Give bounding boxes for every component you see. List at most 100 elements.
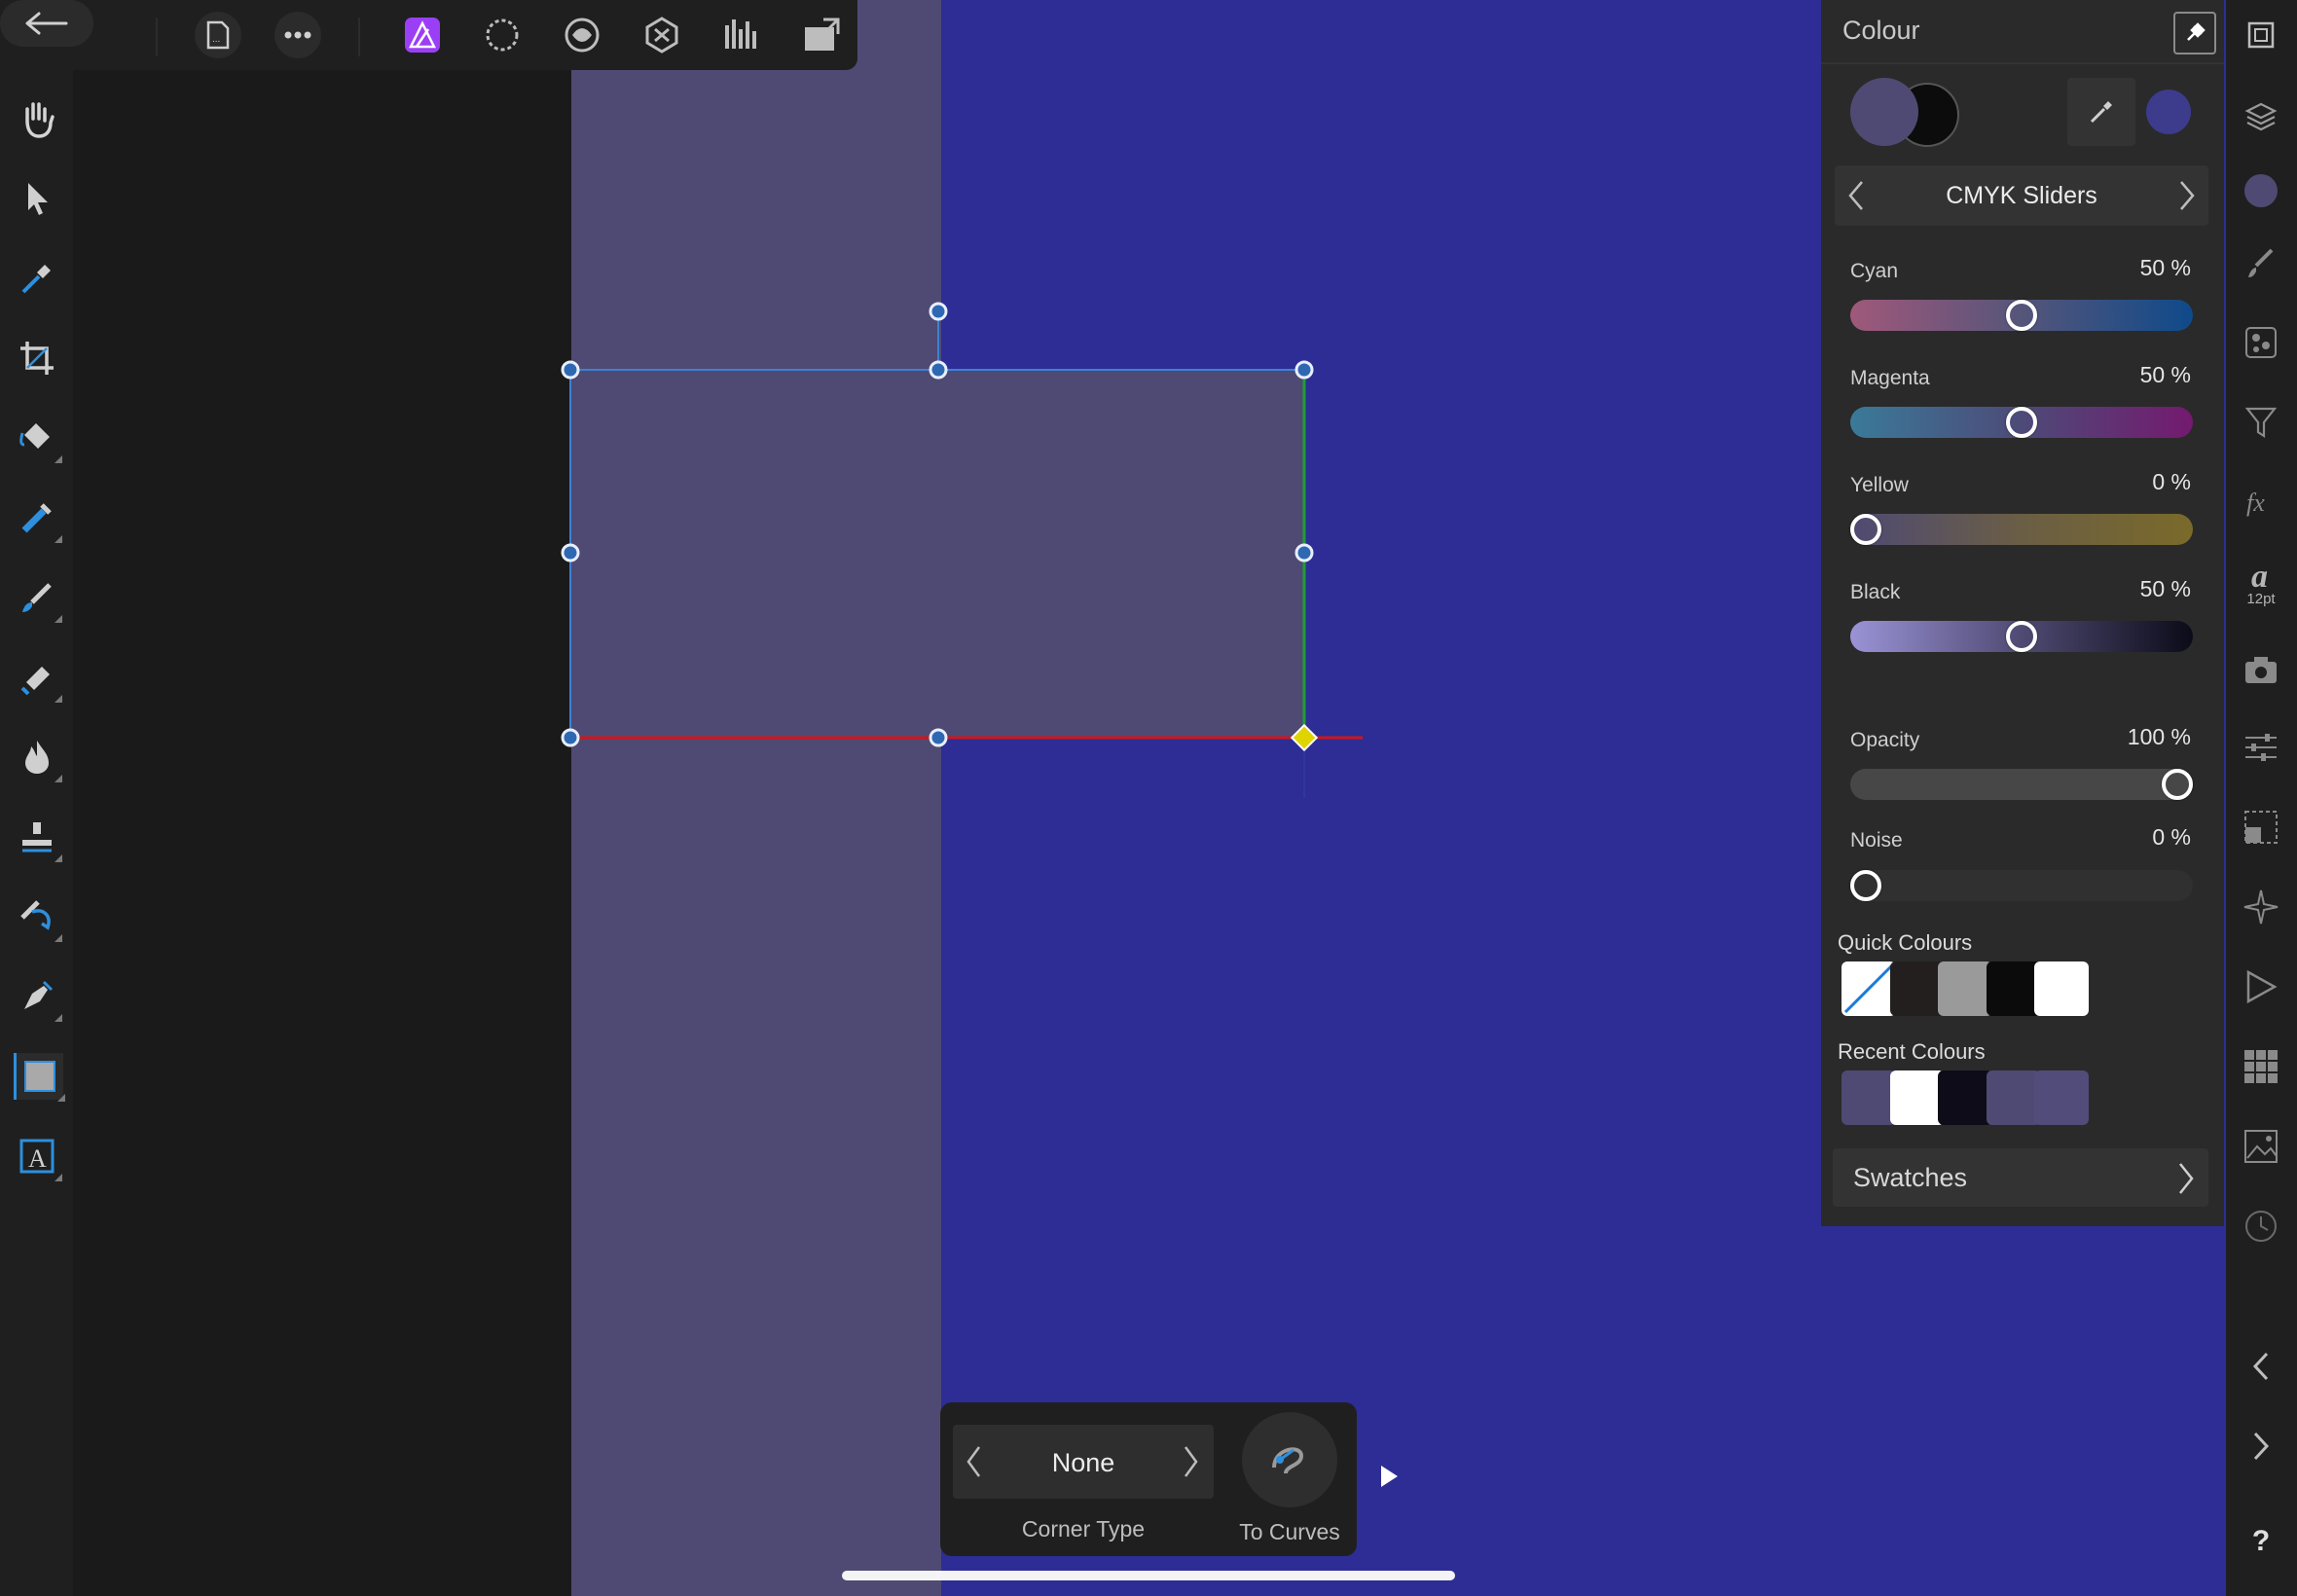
noise-slider[interactable] (1850, 870, 2193, 901)
black-slider-knob[interactable] (2006, 621, 2037, 652)
to-curves-button[interactable] (1242, 1412, 1337, 1507)
pen-tool[interactable] (14, 973, 62, 1022)
pin-panel-button[interactable] (2173, 12, 2216, 54)
magenta-slider[interactable] (1850, 407, 2193, 438)
flood-fill-tool-icon (19, 423, 50, 449)
channels-icon (2245, 327, 2277, 358)
handle-middle-left[interactable] (561, 543, 580, 562)
to-curves-icon (1272, 1447, 1304, 1474)
history-icon (2245, 1211, 2277, 1242)
document-button[interactable]: ... (195, 12, 241, 58)
swatches-label: Swatches (1853, 1163, 1968, 1192)
selected-rectangle-overlay[interactable] (545, 282, 1382, 827)
picked-colour-well[interactable] (2146, 90, 2191, 134)
recent-colour-swatch[interactable] (1986, 1070, 2041, 1125)
text-style-icon: a (2251, 559, 2268, 591)
grid-button[interactable] (2238, 1043, 2284, 1090)
selection-brush-tool[interactable] (14, 494, 62, 543)
handle-top-middle[interactable] (929, 360, 948, 380)
recent-colour-swatch[interactable] (1938, 1070, 1992, 1125)
yellow-slider-knob[interactable] (1850, 514, 1881, 545)
pen-tool-icon (24, 980, 54, 1009)
colour-studio-button[interactable] (2238, 167, 2284, 214)
recent-colour-swatch[interactable] (1841, 1070, 1896, 1125)
snapping-button[interactable] (2238, 884, 2284, 930)
transform-button[interactable] (2238, 804, 2284, 851)
more-button[interactable] (274, 12, 321, 58)
handle-bottom-left[interactable] (561, 728, 580, 747)
text-tool[interactable]: A (14, 1133, 62, 1181)
healing-tool[interactable] (14, 893, 62, 942)
clone-tool[interactable] (14, 814, 62, 862)
handle-top-right[interactable] (1294, 360, 1314, 380)
swatches-row[interactable]: Swatches (1833, 1148, 2208, 1207)
yellow-slider[interactable] (1850, 514, 2193, 545)
noise-label: Noise (1850, 829, 1903, 852)
collapse-right-button[interactable] (2238, 1423, 2284, 1469)
navigator-icon (2247, 21, 2275, 49)
stock-icon (2244, 1130, 2278, 1163)
selection-persona-button[interactable] (479, 12, 526, 58)
expand-toolbar-icon[interactable] (1378, 1464, 1400, 1489)
macro-button[interactable] (2238, 963, 2284, 1010)
handle-top-left[interactable] (561, 360, 580, 380)
back-button[interactable] (0, 0, 93, 47)
chevron-right-icon[interactable] (1183, 1444, 1200, 1479)
move-tool[interactable] (14, 175, 60, 222)
cyan-slider-knob[interactable] (2006, 300, 2037, 331)
crop-tool[interactable] (14, 335, 60, 381)
liquify-persona-button[interactable] (559, 12, 605, 58)
quick-colour-swatch[interactable] (1986, 961, 2041, 1016)
stock-button[interactable] (2238, 1123, 2284, 1170)
history-button[interactable] (2238, 1203, 2284, 1250)
camera-button[interactable] (2238, 646, 2284, 693)
fx-button[interactable]: fx (2238, 479, 2284, 526)
magenta-slider-knob[interactable] (2006, 407, 2037, 438)
black-slider[interactable] (1850, 621, 2193, 652)
channels-button[interactable] (2238, 319, 2284, 366)
svg-text:A: A (28, 1144, 47, 1173)
erase-brush-tool[interactable] (14, 654, 62, 703)
noise-slider-knob[interactable] (1850, 870, 1881, 901)
quick-colour-swatch[interactable] (1938, 961, 1992, 1016)
handle-bottom-middle[interactable] (929, 728, 948, 747)
color-picker-tool[interactable] (14, 255, 60, 302)
help-icon[interactable]: ? (2238, 1518, 2284, 1565)
paint-brush-tool[interactable] (14, 574, 62, 623)
hand-tool[interactable] (14, 95, 60, 142)
document-icon: ... (206, 20, 230, 50)
dodge-burn-tool[interactable] (14, 734, 62, 782)
rectangle-shape[interactable] (570, 370, 1304, 738)
yellow-label: Yellow (1850, 474, 1909, 496)
text-style-button[interactable]: a 12pt (2238, 551, 2284, 613)
quick-colour-swatch[interactable] (1841, 961, 1896, 1016)
navigator-button[interactable] (2238, 12, 2284, 58)
filter-button[interactable] (2238, 399, 2284, 446)
cyan-slider[interactable] (1850, 300, 2193, 331)
transform-icon (2244, 811, 2278, 844)
tone-mapping-persona-button[interactable] (718, 12, 765, 58)
recent-colour-swatch[interactable] (1889, 1070, 1945, 1125)
photo-persona-button[interactable] (399, 12, 446, 58)
quick-colour-swatch[interactable] (1889, 961, 1945, 1016)
rectangle-tool[interactable] (14, 1053, 65, 1102)
adjustments-button[interactable] (2238, 724, 2284, 771)
handle-middle-right[interactable] (1294, 543, 1314, 562)
colour-picker-button[interactable] (2067, 78, 2135, 146)
opacity-slider[interactable] (1850, 769, 2193, 800)
brushes-button[interactable] (2238, 239, 2284, 286)
export-persona-button[interactable] (798, 12, 845, 58)
colour-mode-selector[interactable]: CMYK Sliders (1835, 165, 2208, 226)
quick-colour-swatch[interactable] (2034, 961, 2089, 1016)
chevron-right-icon[interactable] (2177, 180, 2197, 211)
collapse-left-button[interactable] (2238, 1343, 2284, 1390)
layers-button[interactable] (2238, 93, 2284, 140)
rotation-handle[interactable] (929, 302, 948, 321)
corner-type-selector[interactable]: None (953, 1425, 1214, 1499)
develop-persona-button[interactable] (638, 12, 685, 58)
recent-colour-swatch[interactable] (2034, 1070, 2089, 1125)
flood-fill-tool[interactable] (14, 415, 62, 463)
colour-panel: Colour CMYK Sliders Cyan 50 % Magenta 50… (1821, 0, 2224, 1226)
primary-colour-well[interactable] (1850, 78, 1918, 146)
opacity-slider-knob[interactable] (2162, 769, 2193, 800)
